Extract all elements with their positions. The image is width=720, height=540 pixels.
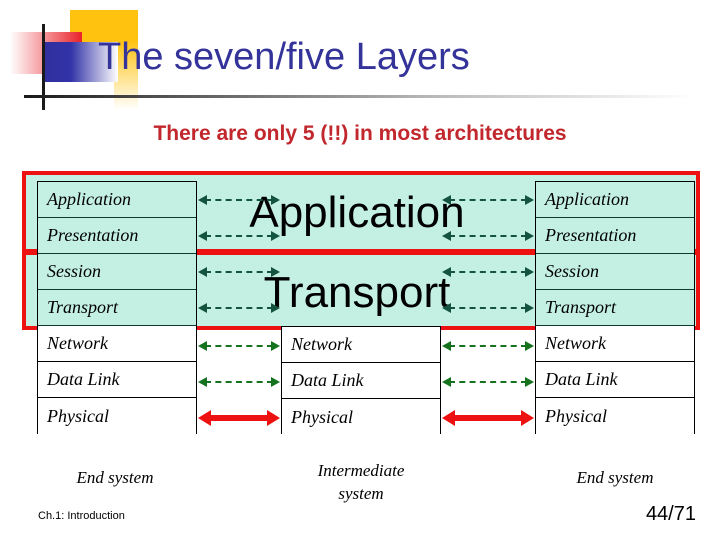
arrow-left-application xyxy=(198,195,280,205)
center-label-transport: Transport xyxy=(0,271,720,315)
arrow-right-transport xyxy=(442,303,534,313)
arrow-head-right xyxy=(267,410,280,426)
arrow-head-left xyxy=(198,231,207,241)
arrow-shaft xyxy=(449,345,527,347)
arrow-shaft xyxy=(449,307,527,309)
caption-end-system-left: End system xyxy=(76,468,154,487)
arrow-head-right xyxy=(521,410,534,426)
protocol-stack-center: Network Data Link Physical xyxy=(281,326,441,435)
arrow-left-transport xyxy=(198,303,280,313)
arrow-head-left xyxy=(198,267,207,277)
arrow-shaft xyxy=(449,381,527,383)
arrow-head-right xyxy=(271,195,280,205)
page-number: 44/71 xyxy=(645,503,696,525)
arrow-head-right xyxy=(271,303,280,313)
layer-cell-network: Network xyxy=(282,327,440,363)
caption-end-system-right: End system xyxy=(576,468,654,487)
arrow-head-left xyxy=(442,267,451,277)
arrow-head-left xyxy=(442,410,455,426)
arrow-head-right xyxy=(271,267,280,277)
arrow-shaft xyxy=(205,381,273,383)
arrow-shaft xyxy=(449,235,527,237)
arrow-left-datalink xyxy=(198,377,280,387)
arrow-head-right xyxy=(271,377,280,387)
arrow-right-physical xyxy=(442,410,534,426)
arrow-head-left xyxy=(198,410,211,426)
arrow-shaft xyxy=(205,199,273,201)
arrow-head-left xyxy=(442,341,451,351)
arrow-right-network xyxy=(442,341,534,351)
center-label-application-text: Application xyxy=(249,188,465,237)
arrow-head-right xyxy=(525,231,534,241)
caption-intermediate-line1: Intermediate xyxy=(317,461,405,480)
arrow-left-network xyxy=(198,341,280,351)
page-title: The seven/five Layers xyxy=(98,36,470,78)
layer-cell-physical: Physical xyxy=(38,398,196,434)
layer-cell-physical: Physical xyxy=(282,399,440,435)
caption-intermediate-line2: system xyxy=(338,483,384,503)
arrow-right-presentation xyxy=(442,231,534,241)
page-subtitle: There are only 5 (!!) in most architectu… xyxy=(153,122,567,145)
arrow-shaft xyxy=(205,345,273,347)
center-label-application: Application xyxy=(0,191,720,235)
arrow-left-presentation xyxy=(198,231,280,241)
arrow-right-application xyxy=(442,195,534,205)
layer-cell-network: Network xyxy=(536,326,694,362)
arrow-head-right xyxy=(525,195,534,205)
layer-cell-datalink: Data Link xyxy=(536,362,694,398)
arrow-head-left xyxy=(442,195,451,205)
layer-cell-datalink: Data Link xyxy=(38,362,196,398)
arrow-shaft xyxy=(205,415,273,421)
footer-chapter-label: Ch.1: Introduction xyxy=(38,510,125,522)
arrow-head-left xyxy=(198,195,207,205)
arrow-shaft xyxy=(449,199,527,201)
arrow-shaft xyxy=(205,307,273,309)
arrow-head-left xyxy=(442,377,451,387)
arrow-head-right xyxy=(271,341,280,351)
center-label-transport-text: Transport xyxy=(263,268,451,317)
arrow-head-right xyxy=(525,341,534,351)
arrow-head-right xyxy=(271,231,280,241)
arrow-head-right xyxy=(525,303,534,313)
arrow-shaft xyxy=(205,271,273,273)
title-underline-rule xyxy=(24,95,694,98)
arrow-head-left xyxy=(198,303,207,313)
arrow-right-session xyxy=(442,267,534,277)
layer-cell-network: Network xyxy=(38,326,196,362)
arrow-head-right xyxy=(525,267,534,277)
arrow-head-right xyxy=(525,377,534,387)
arrow-head-left xyxy=(198,341,207,351)
arrow-shaft xyxy=(449,271,527,273)
arrow-head-left xyxy=(198,377,207,387)
arrow-right-datalink xyxy=(442,377,534,387)
arrow-shaft xyxy=(449,415,527,421)
arrow-shaft xyxy=(205,235,273,237)
arrow-left-session xyxy=(198,267,280,277)
arrow-head-left xyxy=(442,231,451,241)
caption-intermediate-system: Intermediate system xyxy=(270,460,452,506)
arrow-head-left xyxy=(442,303,451,313)
arrow-left-physical xyxy=(198,410,280,426)
layer-cell-datalink: Data Link xyxy=(282,363,440,399)
layer-cell-physical: Physical xyxy=(536,398,694,434)
